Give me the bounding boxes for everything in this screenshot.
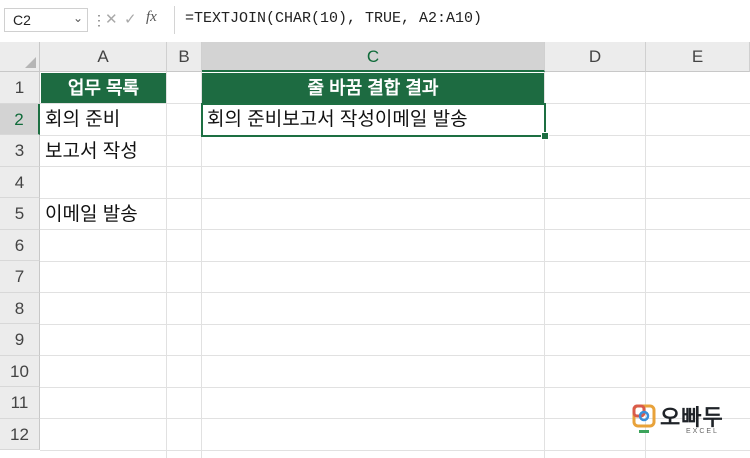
row-header-10[interactable]: 10: [0, 355, 40, 387]
function-icon[interactable]: fx: [146, 9, 157, 26]
brand-logo: 오빠두 EXCEL: [632, 402, 732, 442]
gridline: [40, 386, 750, 388]
gridline: [40, 260, 750, 262]
cell-a2[interactable]: 회의 준비: [45, 104, 120, 135]
column-header-a[interactable]: A: [40, 42, 167, 72]
gridline: [40, 292, 750, 293]
formula-bar: C2 ⌄ ⋮ ✕ ✓ fx =TEXTJOIN(CHAR(10), TRUE, …: [0, 0, 750, 42]
gridline: [40, 166, 750, 167]
row-header-2[interactable]: 2: [0, 103, 40, 135]
row-header-4[interactable]: 4: [0, 166, 40, 198]
row-header-8[interactable]: 8: [0, 292, 40, 324]
row-header-11[interactable]: 11: [0, 387, 40, 419]
brand-logo-icon: [632, 404, 656, 433]
row-header-12[interactable]: 12: [0, 418, 40, 450]
chevron-down-icon[interactable]: ⌄: [73, 11, 83, 25]
cell-a1[interactable]: 업무 목록: [41, 73, 166, 103]
cell-a5[interactable]: 이메일 발송: [45, 199, 138, 230]
gridline: [40, 449, 750, 451]
select-all-triangle-icon: [25, 57, 36, 68]
row-header-7[interactable]: 7: [0, 261, 40, 293]
cancel-icon[interactable]: ✕: [105, 10, 118, 28]
spreadsheet-grid[interactable]: A B C D E 1 2 3 4 5 6 7 8 9 10 11 12 업무 …: [0, 42, 750, 458]
column-header-e[interactable]: E: [646, 42, 750, 72]
cell-c1[interactable]: 줄 바꿈 결합 결과: [202, 73, 544, 103]
cell-a3[interactable]: 보고서 작성: [45, 136, 138, 167]
name-box-value[interactable]: C2: [13, 12, 31, 28]
row-header-9[interactable]: 9: [0, 324, 40, 356]
formula-bar-divider: [174, 6, 175, 34]
gridline: [645, 72, 646, 458]
gridline: [40, 323, 750, 325]
column-header-b[interactable]: B: [167, 42, 202, 72]
active-cell-border: [201, 102, 546, 137]
enter-icon[interactable]: ✓: [124, 10, 137, 28]
row-header-3[interactable]: 3: [0, 135, 40, 167]
brand-subtitle: EXCEL: [686, 428, 719, 435]
name-box[interactable]: C2 ⌄: [4, 8, 88, 32]
column-header-c[interactable]: C: [202, 42, 545, 72]
row-header-6[interactable]: 6: [0, 229, 40, 261]
gridline: [40, 355, 750, 356]
gridline: [40, 229, 750, 230]
gridline: [166, 72, 167, 458]
column-header-d[interactable]: D: [545, 42, 646, 72]
row-header-1[interactable]: 1: [0, 72, 40, 104]
select-all-button[interactable]: [0, 42, 40, 72]
vertical-dots-icon: ⋮: [92, 12, 106, 28]
fill-handle[interactable]: [541, 132, 549, 140]
row-header-5[interactable]: 5: [0, 198, 40, 230]
formula-input[interactable]: =TEXTJOIN(CHAR(10), TRUE, A2:A10): [185, 10, 482, 27]
gridline: [40, 197, 750, 199]
